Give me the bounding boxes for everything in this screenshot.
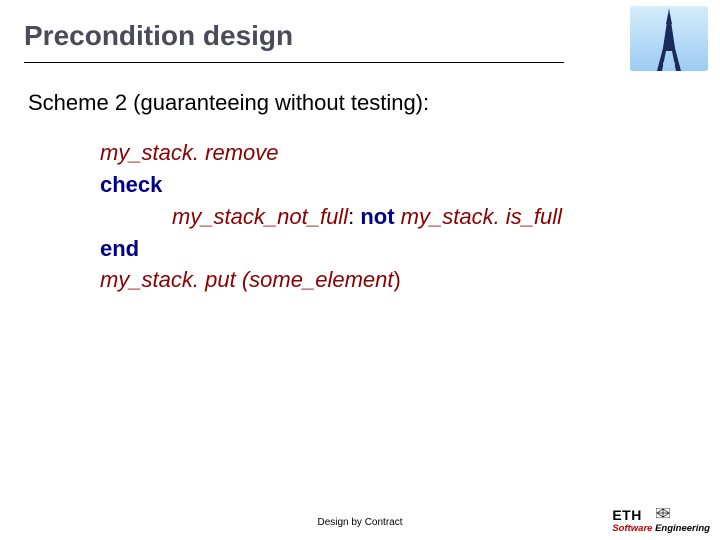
cond-obj: my_stack <box>401 204 494 229</box>
keyword-check: check <box>100 172 162 197</box>
code-line-2: check <box>100 169 692 201</box>
code-block: my_stack. remove check my_stack_not_full… <box>28 137 692 296</box>
cond-label: my_stack_not_full <box>172 204 348 229</box>
software-text: Software <box>612 523 655 534</box>
code-text: . remove <box>193 140 279 165</box>
intro-text: Scheme 2 (guaranteeing without testing): <box>28 87 692 119</box>
footer-right: ETH Software Engineering <box>612 507 710 534</box>
code-text: . put ( <box>193 267 249 292</box>
code-close: ) <box>393 267 400 292</box>
code-line-4: end <box>100 233 692 265</box>
engineering-text: Engineering <box>655 523 710 534</box>
code-ident: my_stack <box>100 267 193 292</box>
code-line-5: my_stack. put (some_element) <box>100 264 692 296</box>
software-engineering-label: Software Engineering <box>612 523 710 534</box>
code-arg: some_element <box>249 267 393 292</box>
keyword-not: not <box>360 204 400 229</box>
colon: : <box>348 204 360 229</box>
slide-body: Scheme 2 (guaranteeing without testing):… <box>0 63 720 296</box>
code-line-3: my_stack_not_full: not my_stack. is_full <box>100 201 692 233</box>
eiffel-tower-logo <box>630 6 708 71</box>
slide-title: Precondition design <box>24 20 720 52</box>
code-line-1: my_stack. remove <box>100 137 692 169</box>
diamond-icon <box>656 505 670 515</box>
code-ident: my_stack <box>100 140 193 165</box>
keyword-end: end <box>100 236 139 261</box>
eth-text: ETH <box>612 507 642 523</box>
cond-rest: . is_full <box>494 204 562 229</box>
slide-header: Precondition design <box>0 0 720 52</box>
